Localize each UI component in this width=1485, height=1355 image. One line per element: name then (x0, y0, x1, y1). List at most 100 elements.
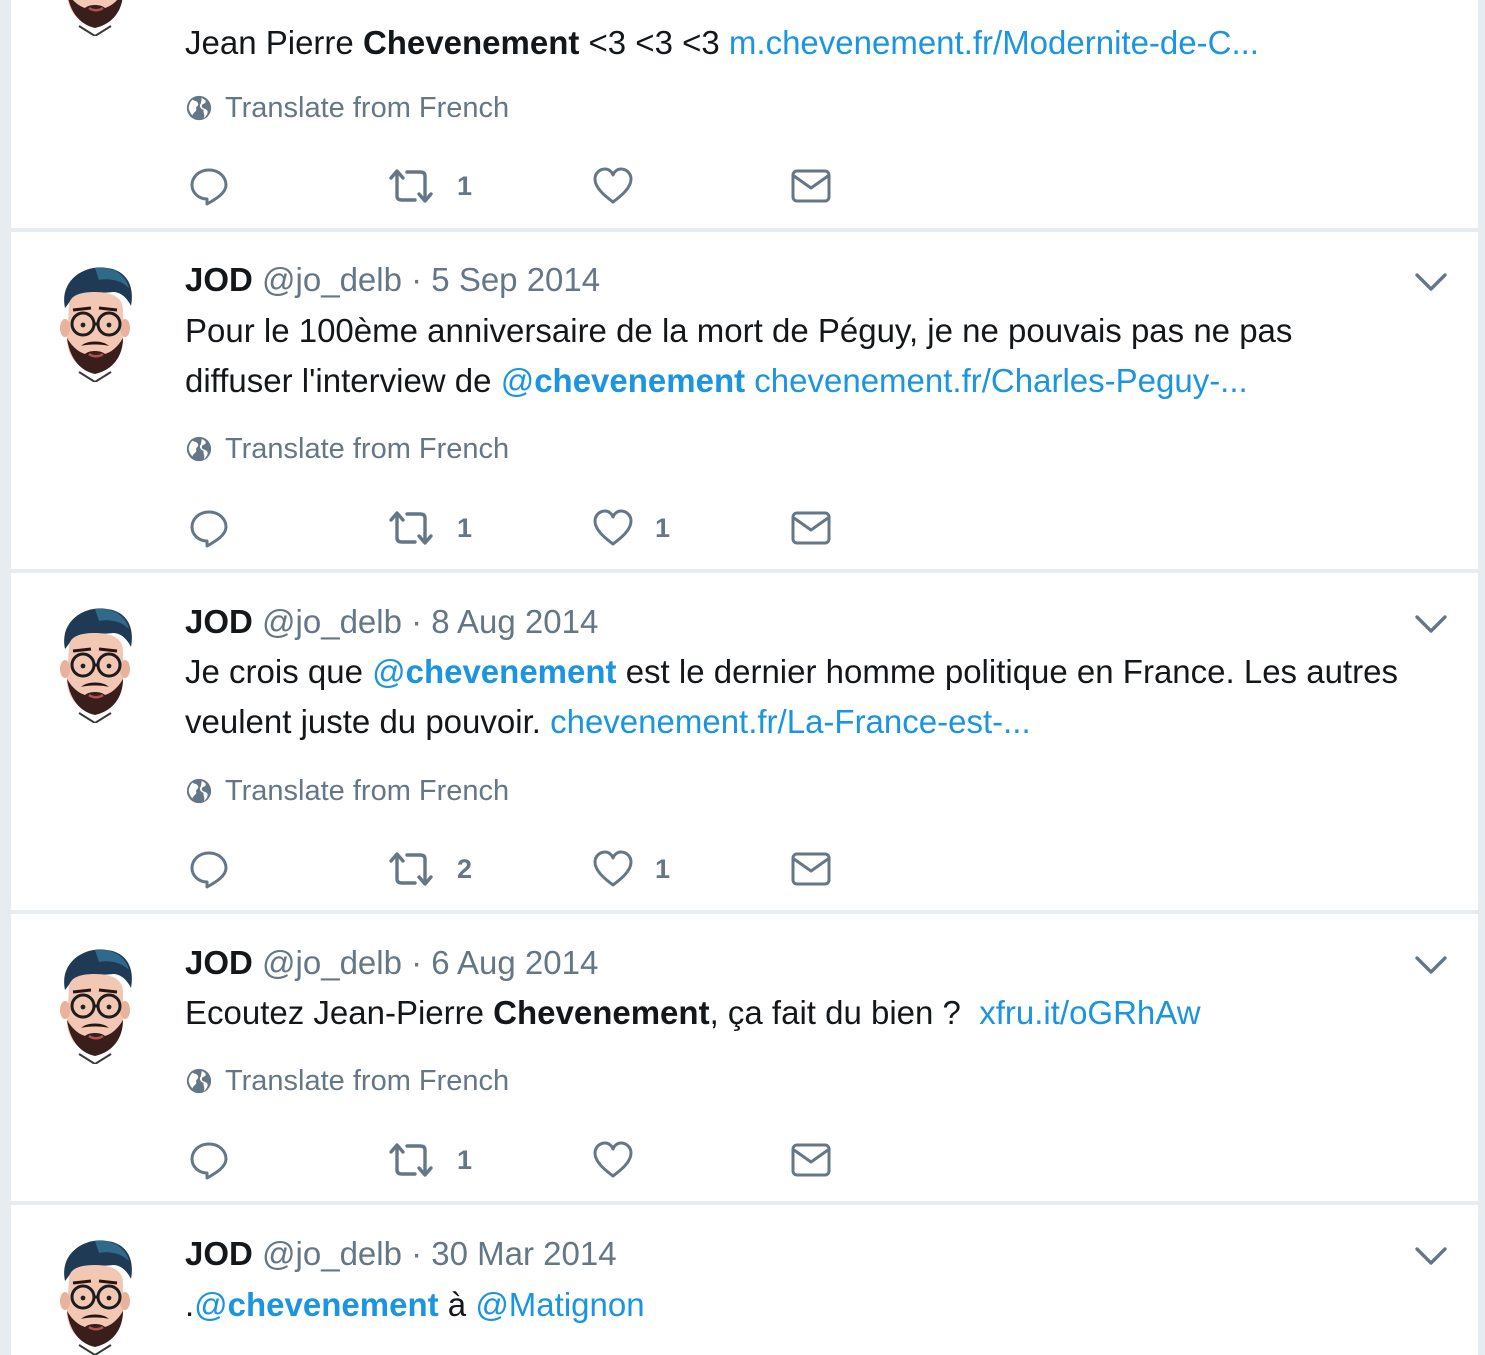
separator-dot: · (401, 1235, 432, 1272)
tweet-actions: 2 1 (189, 845, 889, 893)
tweet-timeline: Jean Pierre Chevenement <3 <3 <3 m.cheve… (11, 0, 1478, 1355)
tweet-header: JOD @jo_delb · 5 Sep 2014 (185, 260, 600, 300)
avatar[interactable] (55, 0, 135, 36)
tweet-link[interactable]: m.chevenement.fr/Modernite-de-C... (729, 24, 1259, 61)
retweet-count: 1 (457, 170, 473, 201)
tweet-text-line: Pour le 100ème anniversaire de la mort d… (185, 312, 1293, 349)
translate-button[interactable]: Translate from French (185, 91, 509, 125)
reply-button[interactable] (189, 504, 229, 552)
separator-dot: · (401, 261, 432, 298)
user-handle[interactable]: @jo_delb (262, 1235, 402, 1272)
mention-link[interactable]: @chevenement (501, 362, 745, 399)
heart-icon (593, 849, 633, 889)
user-name[interactable]: JOD (185, 261, 253, 298)
tweet-text: .@chevenement à @Matignon (185, 1280, 1456, 1330)
retweet-icon (387, 166, 435, 206)
tweet-header: JOD @jo_delb · 30 Mar 2014 (185, 1234, 617, 1274)
like-button[interactable]: 1 (593, 845, 670, 893)
reply-icon (189, 166, 229, 206)
tweet-text-segment: veulent juste du pouvoir. (185, 703, 551, 740)
chevron-down-icon[interactable] (1413, 1244, 1449, 1268)
globe-icon (185, 94, 213, 122)
reply-icon (189, 1140, 229, 1180)
tweet-text-bold: Chevenement (362, 24, 580, 61)
mention-link[interactable]: @chevenement (194, 1286, 438, 1323)
direct-message-button[interactable] (791, 162, 831, 210)
reply-icon (189, 849, 229, 889)
envelope-icon (791, 851, 831, 887)
user-handle[interactable]: @jo_delb (262, 261, 402, 298)
tweet-header: JOD @jo_delb · 8 Aug 2014 (185, 602, 598, 642)
retweet-count: 1 (457, 1144, 473, 1175)
user-handle[interactable]: @jo_delb (262, 603, 402, 640)
like-button[interactable] (593, 1136, 633, 1184)
like-button[interactable] (593, 162, 633, 210)
tweet-link[interactable]: xfru.it/oGRhAw (979, 994, 1200, 1031)
tweet-text: Pour le 100ème anniversaire de la mort d… (185, 306, 1456, 406)
translate-button[interactable]: Translate from French (185, 432, 509, 466)
tweet-text-segment: <3 <3 <3 (579, 24, 729, 61)
retweet-icon (387, 1140, 435, 1180)
retweet-button[interactable]: 1 (387, 162, 472, 210)
chevron-down-icon[interactable] (1413, 953, 1449, 977)
tweet-text-segment: . (185, 1286, 195, 1323)
avatar[interactable] (55, 944, 135, 1064)
translate-button[interactable]: Translate from French (185, 774, 509, 808)
translate-label: Translate from French (225, 433, 510, 465)
user-name[interactable]: JOD (185, 944, 253, 981)
tweet-date[interactable]: 6 Aug 2014 (431, 944, 598, 981)
tweet-item[interactable]: Jean Pierre Chevenement <3 <3 <3 m.cheve… (11, 0, 1478, 228)
tweet-text-segment: Ecoutez Jean-Pierre (185, 994, 494, 1031)
tweet-text-bold: Chevenement (493, 994, 710, 1031)
user-name[interactable]: JOD (185, 1235, 253, 1272)
direct-message-button[interactable] (791, 504, 831, 552)
mention-at: @ (372, 653, 406, 690)
tweet-actions: 1 (189, 1136, 889, 1184)
like-button[interactable]: 1 (593, 504, 670, 552)
tweet-actions: 1 (189, 162, 889, 210)
tweet-link[interactable]: chevenement.fr/La-France-est-... (550, 703, 1031, 740)
mention-link[interactable]: @Matignon (475, 1286, 644, 1323)
envelope-icon (791, 1142, 831, 1178)
envelope-icon (791, 168, 831, 204)
translate-button[interactable]: Translate from French (185, 1064, 509, 1098)
tweet-text-segment: est le dernier homme politique en France… (616, 653, 1398, 690)
tweet-link[interactable]: chevenement.fr/Charles-Peguy-... (754, 362, 1247, 399)
retweet-button[interactable]: 1 (387, 504, 472, 552)
retweet-count: 1 (457, 512, 473, 543)
mention-at: @ (500, 362, 535, 399)
tweet-item[interactable]: JOD @jo_delb · 6 Aug 2014 Ecoutez Jean-P… (11, 914, 1478, 1201)
chevron-down-icon[interactable] (1413, 612, 1449, 636)
translate-label: Translate from French (225, 775, 510, 807)
tweet-text-segment: à (438, 1286, 476, 1323)
avatar[interactable] (55, 262, 135, 382)
chevron-down-icon[interactable] (1413, 270, 1449, 294)
globe-icon (185, 777, 213, 805)
tweet-item[interactable]: JOD @jo_delb · 30 Mar 2014 .@chevenement… (11, 1205, 1478, 1355)
envelope-icon (791, 510, 831, 546)
tweet-item[interactable]: JOD @jo_delb · 5 Sep 2014 Pour le 100ème… (11, 232, 1478, 569)
user-name[interactable]: JOD (185, 603, 253, 640)
retweet-button[interactable]: 2 (387, 845, 472, 893)
retweet-count: 2 (457, 853, 473, 884)
user-handle[interactable]: @jo_delb (262, 944, 402, 981)
mention-link[interactable]: @chevenement (372, 653, 616, 690)
avatar[interactable] (55, 1235, 135, 1355)
tweet-item[interactable]: JOD @jo_delb · 8 Aug 2014 Je crois que @… (11, 573, 1478, 910)
globe-icon (185, 1067, 213, 1095)
reply-button[interactable] (189, 1136, 229, 1184)
mention-name: chevenement (405, 653, 617, 690)
separator-dot: · (401, 944, 432, 981)
heart-icon (593, 166, 633, 206)
avatar[interactable] (55, 603, 135, 723)
tweet-date[interactable]: 30 Mar 2014 (431, 1235, 616, 1272)
reply-button[interactable] (189, 162, 229, 210)
tweet-date[interactable]: 8 Aug 2014 (431, 603, 598, 640)
retweet-button[interactable]: 1 (387, 1136, 472, 1184)
direct-message-button[interactable] (791, 1136, 831, 1184)
tweet-date[interactable]: 5 Sep 2014 (431, 261, 600, 298)
reply-button[interactable] (189, 845, 229, 893)
globe-icon (185, 435, 213, 463)
translate-label: Translate from French (225, 1065, 510, 1097)
direct-message-button[interactable] (791, 845, 831, 893)
